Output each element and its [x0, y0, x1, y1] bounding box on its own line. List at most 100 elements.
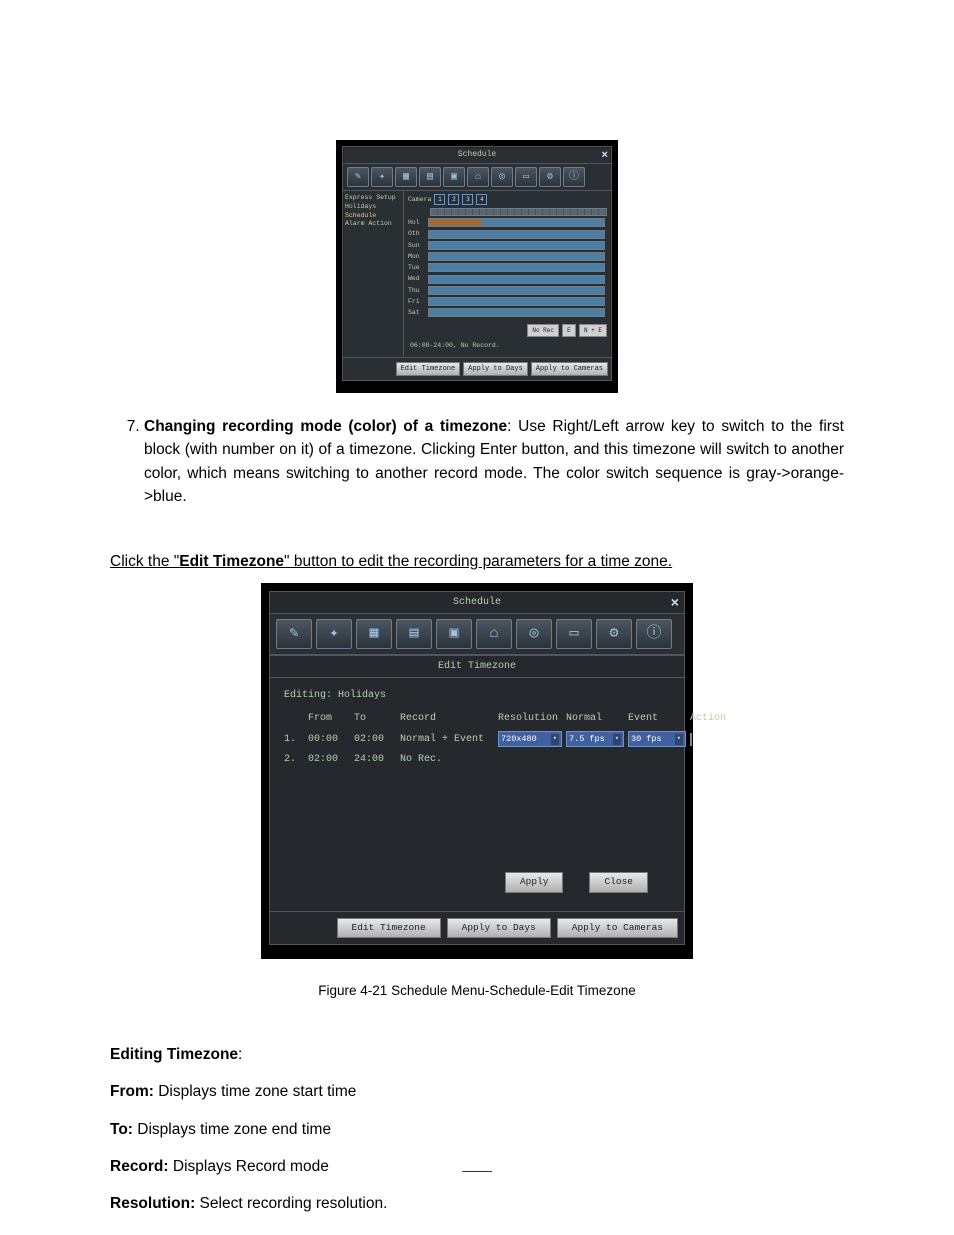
- day-bar[interactable]: [428, 275, 605, 284]
- from-value: 02:00: [308, 752, 350, 767]
- toolbar-icon-10[interactable]: ⓘ: [636, 619, 672, 649]
- chevron-down-icon: ▾: [613, 734, 621, 745]
- defs-heading: Editing Timezone: [110, 1046, 238, 1063]
- toolbar-icon-7[interactable]: ◎: [491, 167, 513, 187]
- col-event: Event: [628, 711, 686, 726]
- edit-timezone-screenshot: Schedule × ✎ ✦ ▦ ▤ ▣ ⌂ ◎ ▭ ⚙ ⓘ Edit Time…: [261, 583, 693, 959]
- legend-ne[interactable]: N + E: [579, 324, 607, 337]
- camera-button-4[interactable]: 4: [476, 194, 487, 205]
- record-value: No Rec.: [400, 752, 494, 767]
- timezone-row-1: 1. 00:00 02:00 Normal + Event 720x480▾ 7…: [284, 731, 670, 747]
- toolbar-icon-1[interactable]: ✎: [347, 167, 369, 187]
- from-label: From:: [110, 1083, 154, 1100]
- toolbar-icon-8[interactable]: ▭: [556, 619, 592, 649]
- day-bar[interactable]: [428, 241, 605, 250]
- toolbar-icon-6[interactable]: ⌂: [476, 619, 512, 649]
- day-label: Thu: [408, 286, 428, 296]
- apply-to-cameras-button[interactable]: Apply to Cameras: [557, 918, 678, 938]
- toolbar-icon-3[interactable]: ▦: [356, 619, 392, 649]
- apply-to-days-button[interactable]: Apply to Days: [463, 362, 528, 377]
- hours-ruler: [430, 208, 607, 216]
- sidebar-item[interactable]: Alarm Action: [345, 220, 401, 229]
- editing-label: Editing: Holidays: [284, 688, 670, 703]
- day-label: Mon: [408, 252, 428, 262]
- timezone-row-2: 2. 02:00 24:00 No Rec.: [284, 752, 670, 767]
- close-icon[interactable]: ×: [671, 594, 679, 615]
- toolbar-icon-4[interactable]: ▤: [396, 619, 432, 649]
- status-text: 06:00-24:00, No Record.: [410, 341, 607, 351]
- col-action: Action: [690, 711, 732, 726]
- event-fps-select[interactable]: 30 fps▾: [628, 731, 686, 747]
- day-bar[interactable]: [428, 218, 605, 227]
- resolution-text: Select recording resolution.: [195, 1195, 387, 1212]
- toolbar-icon-9[interactable]: ⚙: [539, 167, 561, 187]
- window-title: Schedule: [453, 597, 501, 608]
- edit-timezone-button[interactable]: Edit Timezone: [396, 362, 461, 377]
- toolbar-icon-2[interactable]: ✦: [371, 167, 393, 187]
- toolbar-icon-4[interactable]: ▤: [419, 167, 441, 187]
- day-bar[interactable]: [428, 286, 605, 295]
- close-button[interactable]: Close: [589, 872, 648, 892]
- day-bar[interactable]: [428, 297, 605, 306]
- schedule-panel: Camera 1 2 3 4 Hol Oth Sun Mon Tue Wed: [404, 191, 611, 357]
- toolbar-icon-5[interactable]: ▣: [436, 619, 472, 649]
- camera-button-1[interactable]: 1: [434, 194, 445, 205]
- definitions: Editing Timezone: From: Displays time zo…: [110, 1043, 844, 1215]
- day-label: Sun: [408, 241, 428, 251]
- para7-label: Changing recording mode (color) of a tim…: [144, 418, 507, 435]
- toolbar-icon-5[interactable]: ▣: [443, 167, 465, 187]
- resolution-label: Resolution:: [110, 1195, 195, 1212]
- day-bar[interactable]: [428, 308, 605, 317]
- toolbar-icon-2[interactable]: ✦: [316, 619, 352, 649]
- sidebar-item[interactable]: Holidays: [345, 203, 401, 212]
- toolbar: ✎ ✦ ▦ ▤ ▣ ⌂ ◎ ▭ ⚙ ⓘ: [343, 164, 611, 191]
- numbered-list: Changing recording mode (color) of a tim…: [110, 415, 844, 508]
- col-to: To: [354, 711, 396, 726]
- col-from: From: [308, 711, 350, 726]
- toolbar-icon-7[interactable]: ◎: [516, 619, 552, 649]
- row-number: 1.: [284, 732, 304, 747]
- day-label: Sat: [408, 308, 428, 318]
- apply-to-cameras-button[interactable]: Apply to Cameras: [531, 362, 608, 377]
- day-label: Wed: [408, 274, 428, 284]
- camera-label: Camera: [408, 195, 431, 205]
- record-label: Record:: [110, 1158, 169, 1175]
- row-number: 2.: [284, 752, 304, 767]
- sidebar-item[interactable]: Express Setup: [345, 194, 401, 203]
- camera-button-3[interactable]: 3: [462, 194, 473, 205]
- toolbar-icon-6[interactable]: ⌂: [467, 167, 489, 187]
- list-item-7: Changing recording mode (color) of a tim…: [144, 415, 844, 508]
- click-line: Click the "Edit Timezone" button to edit…: [110, 550, 844, 573]
- toolbar-icon-1[interactable]: ✎: [276, 619, 312, 649]
- resolution-select[interactable]: 720x480▾: [498, 731, 562, 747]
- window-title-bar: Schedule ×: [270, 592, 684, 614]
- sidebar: Express Setup Holidays Schedule Alarm Ac…: [343, 191, 404, 357]
- action-checkbox[interactable]: [690, 733, 692, 746]
- toolbar-icon-8[interactable]: ▭: [515, 167, 537, 187]
- to-text: Displays time zone end time: [133, 1121, 331, 1138]
- apply-to-days-button[interactable]: Apply to Days: [447, 918, 551, 938]
- window-title: Schedule: [458, 150, 496, 159]
- sidebar-item-selected[interactable]: Schedule: [345, 212, 401, 221]
- camera-button-2[interactable]: 2: [448, 194, 459, 205]
- day-bar[interactable]: [428, 230, 605, 239]
- edit-timezone-button[interactable]: Edit Timezone: [337, 918, 441, 938]
- day-bar[interactable]: [428, 252, 605, 261]
- column-headers: From To Record Resolution Normal Event A…: [284, 711, 670, 726]
- normal-fps-select[interactable]: 7.5 fps▾: [566, 731, 624, 747]
- close-icon[interactable]: ×: [601, 148, 608, 165]
- legend-e[interactable]: E: [562, 324, 576, 337]
- chevron-down-icon: ▾: [551, 734, 559, 745]
- camera-row: Camera 1 2 3 4: [408, 194, 607, 205]
- day-label: Oth: [408, 229, 428, 239]
- toolbar-icon-9[interactable]: ⚙: [596, 619, 632, 649]
- toolbar-icon-3[interactable]: ▦: [395, 167, 417, 187]
- apply-button[interactable]: Apply: [505, 872, 564, 892]
- legend-norec[interactable]: No Rec: [527, 324, 559, 337]
- col-normal: Normal: [566, 711, 624, 726]
- day-label: Fri: [408, 297, 428, 307]
- to-label: To:: [110, 1121, 133, 1138]
- day-bar[interactable]: [428, 263, 605, 272]
- toolbar-icon-10[interactable]: ⓘ: [563, 167, 585, 187]
- window-title-bar: Schedule ×: [343, 147, 611, 164]
